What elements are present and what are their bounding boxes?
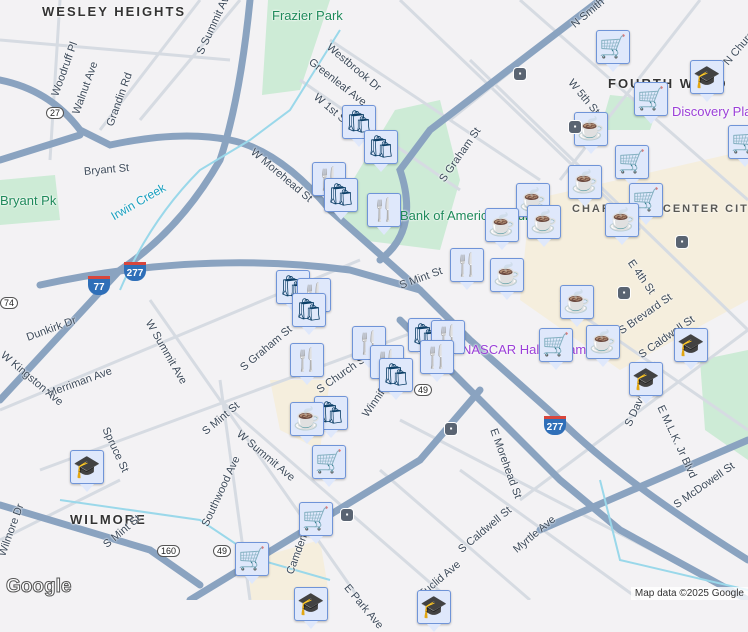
- coffee-marker[interactable]: ☕: [560, 285, 594, 327]
- transit-icon[interactable]: ▪: [513, 67, 527, 81]
- grocery-marker[interactable]: 🛒: [235, 542, 269, 584]
- poi-label-discovery[interactable]: Discovery Place: [672, 104, 748, 119]
- restaurant-marker[interactable]: 🍴: [450, 248, 484, 290]
- transit-icon[interactable]: ▪: [675, 235, 689, 249]
- coffee-icon: ☕: [493, 262, 521, 287]
- school-marker[interactable]: 🎓: [294, 587, 328, 629]
- school-icon: 🎓: [297, 591, 325, 616]
- grocery-marker[interactable]: 🛒: [312, 445, 346, 487]
- grocery-icon: 🛒: [618, 149, 646, 174]
- grocery-marker[interactable]: 🛒: [539, 328, 573, 370]
- route-49-shield: 49: [414, 384, 433, 396]
- restaurant-icon: 🍴: [423, 344, 451, 369]
- shop-icon: 🛍: [367, 134, 395, 159]
- transit-icon[interactable]: ▪: [568, 120, 582, 134]
- school-marker[interactable]: 🎓: [417, 590, 451, 632]
- grocery-marker[interactable]: 🛒: [634, 82, 668, 124]
- shop-icon: 🛍: [382, 362, 410, 387]
- coffee-icon: ☕: [563, 289, 591, 314]
- grocery-marker[interactable]: 🛒: [615, 145, 649, 187]
- map-attribution[interactable]: Map data ©2025 Google: [630, 587, 748, 600]
- coffee-marker[interactable]: ☕: [527, 205, 561, 247]
- grocery-marker[interactable]: 🛒: [728, 125, 748, 167]
- route-49-shield: 49: [213, 545, 232, 557]
- park-label-bryant[interactable]: Bryant Pk: [0, 193, 56, 208]
- grocery-icon: 🛒: [315, 449, 343, 474]
- grocery-marker[interactable]: 🛒: [596, 30, 630, 72]
- transit-icon[interactable]: ▪: [444, 422, 458, 436]
- grocery-icon: 🛒: [238, 546, 266, 571]
- school-marker[interactable]: 🎓: [629, 362, 663, 404]
- shop-icon: 🛍: [295, 297, 323, 322]
- school-icon: 🎓: [632, 366, 660, 391]
- school-icon: 🎓: [677, 332, 705, 357]
- restaurant-marker[interactable]: 🍴: [420, 340, 454, 382]
- shop-marker[interactable]: 🛍: [292, 293, 326, 335]
- transit-icon[interactable]: ▪: [340, 508, 354, 522]
- park-label-frazier[interactable]: Frazier Park: [272, 8, 343, 23]
- restaurant-marker[interactable]: 🍴: [290, 343, 324, 385]
- grocery-icon: 🛒: [542, 332, 570, 357]
- school-icon: 🎓: [73, 454, 101, 479]
- grocery-icon: 🛒: [731, 129, 748, 154]
- coffee-marker[interactable]: ☕: [490, 258, 524, 300]
- restaurant-marker[interactable]: 🍴: [367, 193, 401, 235]
- shop-marker[interactable]: 🛍: [324, 178, 358, 220]
- school-icon: 🎓: [420, 594, 448, 619]
- coffee-marker[interactable]: ☕: [586, 325, 620, 367]
- route-74-shield: 74: [0, 297, 19, 309]
- route-160-shield: 160: [157, 545, 181, 557]
- school-marker[interactable]: 🎓: [674, 328, 708, 370]
- interstate-77-shield: 77: [88, 276, 110, 295]
- coffee-icon: ☕: [589, 329, 617, 354]
- route-27-shield: 27: [46, 107, 65, 119]
- restaurant-icon: 🍴: [293, 347, 321, 372]
- transit-icon[interactable]: ▪: [617, 286, 631, 300]
- shop-marker[interactable]: 🛍: [364, 130, 398, 172]
- grocery-icon: 🛒: [599, 34, 627, 59]
- shop-marker[interactable]: 🛍: [379, 358, 413, 400]
- coffee-icon: ☕: [571, 169, 599, 194]
- grocery-marker[interactable]: 🛒: [299, 502, 333, 544]
- restaurant-icon: 🍴: [370, 197, 398, 222]
- interstate-277-shield: 277: [124, 262, 146, 281]
- grocery-icon: 🛒: [637, 86, 665, 111]
- area-label-wesley-heights: WESLEY HEIGHTS: [42, 4, 187, 19]
- restaurant-icon: 🍴: [453, 252, 481, 277]
- grocery-icon: 🛒: [302, 506, 330, 531]
- shop-icon: 🛍: [327, 182, 355, 207]
- coffee-icon: ☕: [608, 207, 636, 232]
- coffee-marker[interactable]: ☕: [485, 208, 519, 250]
- coffee-marker[interactable]: ☕: [290, 402, 324, 444]
- coffee-icon: ☕: [530, 209, 558, 234]
- school-marker[interactable]: 🎓: [70, 450, 104, 492]
- school-marker[interactable]: 🎓: [690, 60, 724, 102]
- coffee-marker[interactable]: ☕: [568, 165, 602, 207]
- school-icon: 🎓: [693, 64, 721, 89]
- coffee-icon: ☕: [488, 212, 516, 237]
- google-logo: Google: [5, 576, 72, 598]
- poi-label-nascar[interactable]: NASCAR Hall of Fame: [462, 342, 593, 357]
- interstate-277-shield: 277: [544, 416, 566, 435]
- coffee-icon: ☕: [293, 406, 321, 431]
- coffee-marker[interactable]: ☕: [605, 203, 639, 245]
